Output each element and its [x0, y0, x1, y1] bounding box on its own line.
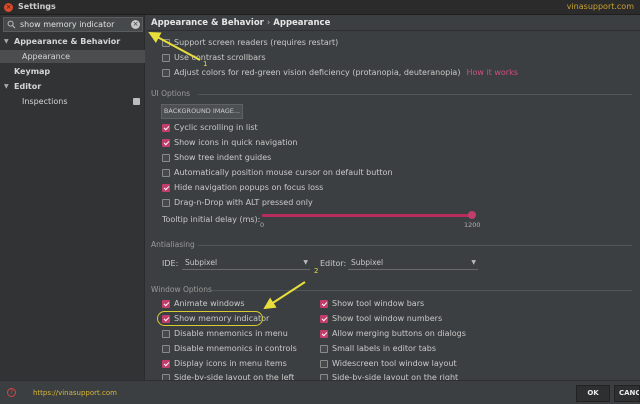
checkbox[interactable]: [320, 315, 328, 323]
checkbox-label: Show tool window bars: [332, 299, 425, 308]
section-divider: [198, 245, 632, 246]
editor-antialiasing-select[interactable]: Subpixel ▼: [348, 257, 478, 270]
dropdown-arrow-icon: ▼: [303, 259, 308, 266]
settings-sidebar: × ▼ Appearance & Behavior Appearance Key…: [0, 15, 145, 380]
tree-item-label: Editor: [14, 82, 42, 91]
checkbox-label: Cyclic scrolling in list: [174, 123, 258, 132]
tree-item-keymap[interactable]: Keymap: [0, 65, 145, 78]
background-image-button[interactable]: BACKGROUND IMAGE...: [161, 104, 243, 119]
checkbox[interactable]: [320, 345, 328, 353]
slider-min-label: 0: [260, 221, 265, 229]
checkbox[interactable]: [162, 330, 170, 338]
tooltip-delay-label: Tooltip initial delay (ms):: [162, 215, 261, 224]
checkbox-label: Small labels in editor tabs: [332, 344, 437, 353]
checkbox[interactable]: [162, 360, 170, 368]
checkbox[interactable]: [162, 124, 170, 132]
tree-item-appearance[interactable]: Appearance: [0, 50, 145, 63]
ide-antialiasing-select[interactable]: Subpixel ▼: [182, 257, 310, 270]
checkbox[interactable]: [320, 330, 328, 338]
tooltip-delay-slider[interactable]: [262, 214, 472, 217]
window-title: Settings: [18, 2, 56, 11]
checkbox-label: Show icons in quick navigation: [174, 138, 298, 147]
breadcrumb-separator: ›: [266, 18, 271, 28]
breadcrumb-current: Appearance: [273, 18, 331, 28]
checkbox[interactable]: [162, 69, 170, 77]
checkbox-label: Adjust colors for red-green vision defic…: [174, 68, 518, 77]
checkbox-label: Use contrast scrollbars: [174, 53, 266, 62]
search-input[interactable]: [20, 19, 124, 30]
search-box[interactable]: ×: [3, 17, 143, 32]
expand-arrow-icon[interactable]: ▼: [4, 35, 9, 48]
checkbox-label: Display icons in menu items: [174, 359, 287, 368]
checkbox-label: Automatically position mouse cursor on d…: [174, 168, 393, 177]
title-bar: × Settings vinasupport.com: [0, 0, 640, 15]
checkbox[interactable]: [162, 345, 170, 353]
tree-item-editor[interactable]: ▼ Editor: [0, 80, 145, 93]
checkbox-label: Show tree indent guides: [174, 153, 272, 162]
memory-indicator-highlight: [157, 311, 263, 326]
annotation-step-2: 2: [314, 267, 319, 275]
panel-header: Appearance & Behavior › Appearance: [146, 15, 640, 31]
checkbox[interactable]: [162, 139, 170, 147]
settings-main-panel: Appearance & Behavior › Appearance Support…: [146, 15, 640, 382]
section-ui-options-title: UI Options: [151, 89, 191, 98]
search-icon: [7, 20, 16, 29]
tree-item-label: Appearance & Behavior: [14, 37, 121, 46]
tree-item-label: Keymap: [14, 67, 51, 76]
section-antialiasing-title: Antialiasing: [151, 240, 195, 249]
tree-item-inspections[interactable]: Inspections: [0, 95, 145, 108]
checkbox-label: Support screen readers (requires restart…: [174, 38, 339, 47]
slider-max-label: 1200: [464, 221, 481, 229]
editor-antialiasing-label: Editor:: [320, 259, 347, 268]
tree-item-label: Inspections: [22, 97, 68, 106]
section-window-options-title: Window Options: [151, 285, 212, 294]
checkbox[interactable]: [162, 39, 170, 47]
breadcrumb-parent[interactable]: Appearance & Behavior: [151, 18, 264, 28]
checkbox[interactable]: [162, 54, 170, 62]
tree-item-appearance-behavior[interactable]: ▼ Appearance & Behavior: [0, 35, 145, 48]
section-divider: [212, 290, 632, 291]
checkbox-label: Allow merging buttons on dialogs: [332, 329, 466, 338]
checkbox-label: Show tool window numbers: [332, 314, 443, 323]
checkbox-label: Disable mnemonics in controls: [174, 344, 297, 353]
dialog-footer: ? https://vinasupport.com OK CANCEL: [0, 380, 640, 404]
checkbox[interactable]: [162, 300, 170, 308]
checkbox[interactable]: [162, 154, 170, 162]
dropdown-arrow-icon: ▼: [471, 259, 476, 266]
window-close-icon[interactable]: ×: [4, 3, 13, 12]
checkbox[interactable]: [162, 184, 170, 192]
watermark: vinasupport.com: [566, 2, 634, 11]
checkbox-label: Widescreen tool window layout: [332, 359, 457, 368]
footer-url: https://vinasupport.com: [33, 389, 117, 397]
ide-antialiasing-label: IDE:: [162, 259, 179, 268]
clear-search-icon[interactable]: ×: [131, 20, 140, 29]
breadcrumb: Appearance & Behavior › Appearance: [151, 18, 330, 28]
slider-thumb[interactable]: [468, 211, 476, 219]
ok-button[interactable]: OK: [576, 385, 610, 402]
settings-tree: ▼ Appearance & Behavior Appearance Keyma…: [0, 35, 145, 108]
checkbox[interactable]: [162, 199, 170, 207]
checkbox[interactable]: [320, 300, 328, 308]
checkbox[interactable]: [162, 169, 170, 177]
expand-arrow-icon[interactable]: ▼: [4, 80, 9, 93]
checkbox-label: Hide navigation popups on focus loss: [174, 183, 324, 192]
checkbox[interactable]: [320, 360, 328, 368]
cancel-button[interactable]: CANCEL: [614, 385, 640, 402]
tree-item-label: Appearance: [22, 52, 71, 61]
section-divider: [198, 94, 632, 95]
how-it-works-link[interactable]: How it works: [466, 68, 517, 77]
checkbox-label: Drag-n-Drop with ALT pressed only: [174, 198, 313, 207]
annotation-step-1: 1: [203, 60, 208, 68]
help-icon[interactable]: ?: [7, 388, 16, 397]
project-scope-icon: [133, 98, 140, 105]
checkbox-label: Animate windows: [174, 299, 245, 308]
checkbox-label: Disable mnemonics in menu: [174, 329, 288, 338]
